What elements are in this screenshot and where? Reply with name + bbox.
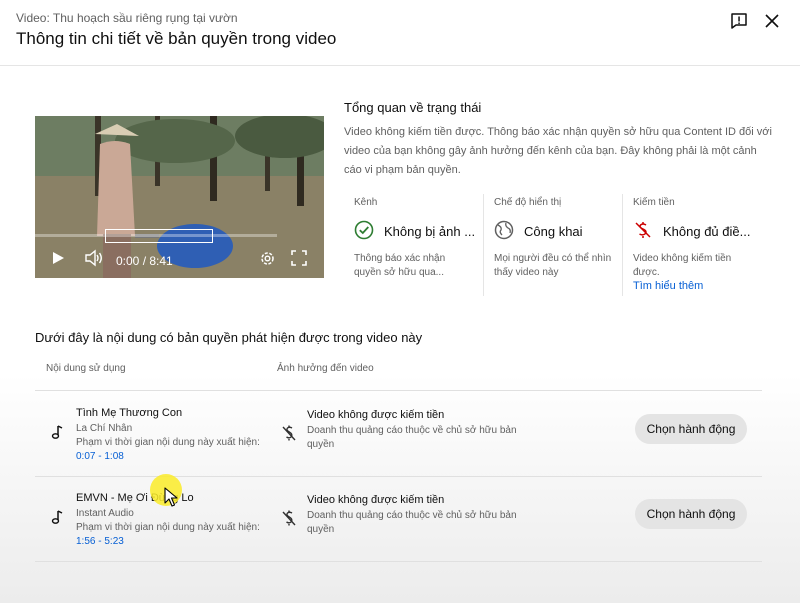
status-monetization-description: Video không kiếm tiền được.: [633, 253, 732, 278]
status-overview-title: Tổng quan về trạng thái: [344, 100, 482, 115]
claims-section-title: Dưới đây là nội dung có bản quyền phát h…: [35, 330, 423, 345]
claim-impact-description: Doanh thu quảng cáo thuộc về chủ sở hữu …: [307, 510, 517, 535]
claim-time-range-link[interactable]: 0:07 - 1:08: [76, 451, 124, 462]
scrub-preview-frame: [105, 229, 213, 243]
status-monetization-label: Kiếm tiền: [633, 197, 675, 208]
claim-impact-title: Video không được kiếm tiền: [307, 494, 445, 506]
choose-action-button[interactable]: Chọn hành động: [635, 499, 747, 529]
feedback-icon[interactable]: [730, 12, 748, 30]
choose-action-button[interactable]: Chọn hành động: [635, 414, 747, 444]
video-title-subtitle: Video: Thu hoạch sầu riêng rụng tại vườn: [16, 11, 238, 25]
row-divider: [35, 390, 762, 391]
status-channel-description: Thông báo xác nhận quyền sở hữu qua...: [354, 253, 446, 278]
dialog-header: Video: Thu hoạch sầu riêng rụng tại vườn…: [0, 0, 800, 66]
status-visibility-description: Mọi người đều có thể nhìn thấy video này: [494, 253, 612, 278]
row-divider: [35, 561, 762, 562]
music-note-icon: [50, 424, 64, 445]
video-player[interactable]: [35, 116, 324, 278]
claim-song-title: Tình Mẹ Thương Con: [76, 407, 183, 419]
demonetized-dollar-icon: [281, 424, 297, 447]
check-circle-icon: [354, 220, 374, 245]
music-note-icon: [50, 509, 64, 530]
dialog-title: Thông tin chi tiết về bản quyền trong vi…: [16, 29, 337, 48]
claim-impact-description: Doanh thu quảng cáo thuộc về chủ sở hữu …: [307, 425, 517, 450]
table-row: Tình Mẹ Thương Con La Chí Nhân Phạm vi t…: [35, 392, 762, 476]
status-monetization: Kiếm tiền Không đủ điề... Video không ki…: [623, 194, 773, 296]
status-channel-label: Kênh: [354, 197, 378, 208]
fullscreen-icon[interactable]: [291, 250, 307, 271]
claim-artist: Instant Audio: [76, 508, 134, 519]
play-icon[interactable]: [50, 250, 66, 271]
globe-icon: [494, 220, 514, 245]
status-visibility-label: Chế độ hiển thị: [494, 197, 562, 208]
status-channel: Kênh Không bị ảnh ... Thông báo xác nhận…: [344, 194, 482, 296]
status-visibility: Chế độ hiển thị Công khai Mọi người đều …: [484, 194, 622, 296]
status-channel-value: Không bị ảnh ...: [384, 224, 476, 239]
close-icon[interactable]: [763, 12, 781, 30]
learn-more-link[interactable]: Tìm hiểu thêm: [633, 280, 703, 292]
demonetized-dollar-icon: [633, 220, 653, 245]
claim-time-range-link[interactable]: 1:56 - 5:23: [76, 536, 124, 547]
demonetized-dollar-icon: [281, 509, 297, 532]
column-header-content: Nội dung sử dụng: [46, 363, 126, 374]
status-overview-description: Video không kiếm tiền được. Thông báo xá…: [344, 126, 772, 176]
volume-icon[interactable]: [84, 249, 104, 272]
claim-range-label: Phạm vi thời gian nội dung này xuất hiện…: [76, 437, 260, 448]
video-thumbnail: [35, 116, 324, 278]
mouse-pointer-icon: [164, 487, 178, 512]
status-monetization-value: Không đủ điề...: [663, 224, 751, 239]
table-row: EMVN - Mẹ Ơi Đừng Lo Instant Audio Phạm …: [35, 477, 762, 561]
claim-impact-title: Video không được kiếm tiền: [307, 409, 445, 421]
column-header-impact: Ảnh hưởng đến video: [277, 363, 374, 374]
settings-gear-icon[interactable]: [259, 250, 276, 272]
claim-range-label: Phạm vi thời gian nội dung này xuất hiện…: [76, 522, 260, 533]
claim-artist: La Chí Nhân: [76, 423, 133, 434]
video-time: 0:00 / 8:41: [116, 254, 173, 268]
status-visibility-value: Công khai: [524, 224, 583, 239]
